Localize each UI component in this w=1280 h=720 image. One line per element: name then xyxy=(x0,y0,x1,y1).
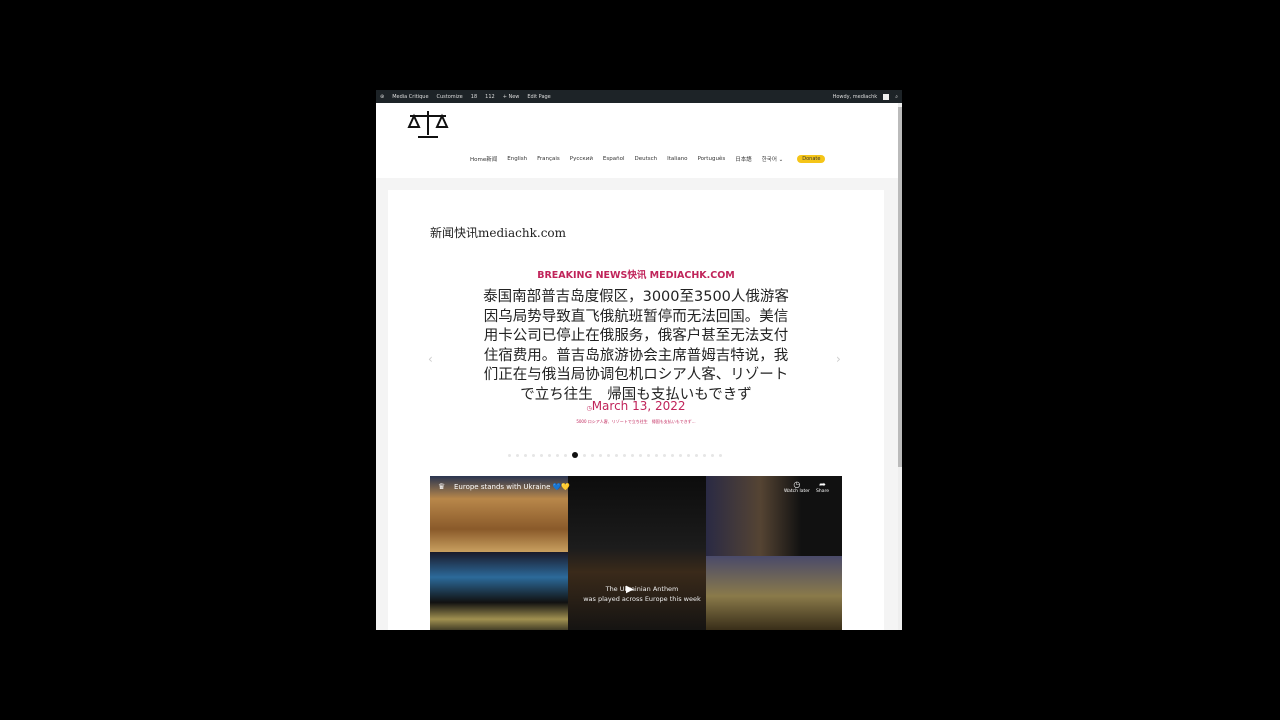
nav-korean[interactable]: 한국어 ⌄ xyxy=(762,155,784,163)
admin-updates-link[interactable]: 18 xyxy=(471,94,477,100)
admin-edit-page-link[interactable]: Edit Page xyxy=(527,94,550,100)
nav-english[interactable]: English xyxy=(507,156,527,162)
play-icon[interactable]: ▶ xyxy=(626,584,634,595)
share-icon: ➦ xyxy=(819,480,826,489)
post-date-text: March 13, 2022 xyxy=(591,399,686,413)
scrollbar[interactable] xyxy=(898,103,902,630)
site-header: Home新闻 English Français Русский Español … xyxy=(376,103,902,178)
watch-later-button[interactable]: ◷ Watch later xyxy=(784,480,810,494)
nav-deutsch[interactable]: Deutsch xyxy=(634,156,657,162)
scrollbar-thumb[interactable] xyxy=(898,107,902,467)
video-caption: The Ukrainian Anthem was played across Eu… xyxy=(583,585,701,603)
chevron-right-icon[interactable]: › xyxy=(836,352,841,366)
admin-customize-link[interactable]: Customize xyxy=(437,94,463,100)
content-card: 新闻快讯mediachk.com BREAKING NEWS快讯 MEDIACH… xyxy=(388,190,884,630)
browser-window: ⊛ Media Critique Customize 18 112 + New … xyxy=(376,90,902,630)
nav-francais[interactable]: Français xyxy=(537,156,560,162)
nav-russian[interactable]: Русский xyxy=(570,156,593,162)
nav-portugues[interactable]: Português xyxy=(698,156,726,162)
watch-later-label: Watch later xyxy=(784,489,810,494)
admin-new-link[interactable]: + New xyxy=(503,94,520,100)
nav-home[interactable]: Home新闻 xyxy=(470,155,497,163)
share-label: Share xyxy=(816,489,829,494)
post-title[interactable]: 泰国南部普吉岛度假区，3000至3500人俄游客因乌局势导致直飞俄航班暂停而无法… xyxy=(478,288,794,405)
wordpress-icon[interactable]: ⊛ xyxy=(380,94,384,100)
post-date[interactable]: ◷March 13, 2022 xyxy=(388,399,884,413)
chevron-left-icon[interactable]: ‹ xyxy=(428,352,433,366)
slider-dots xyxy=(508,452,722,458)
page-title: 新闻快讯mediachk.com xyxy=(430,226,567,240)
admin-comments-link[interactable]: 112 xyxy=(485,94,495,100)
clock-icon: ◷ xyxy=(793,480,801,489)
nav-espanol[interactable]: Español xyxy=(603,156,625,162)
main-nav: Home新闻 English Français Русский Español … xyxy=(470,155,826,163)
admin-site-link[interactable]: Media Critique xyxy=(392,94,428,100)
slider-dot-active[interactable] xyxy=(572,452,578,458)
avatar[interactable] xyxy=(883,93,890,100)
search-icon[interactable]: ⌕ xyxy=(895,94,898,100)
scales-logo-icon[interactable] xyxy=(406,109,450,139)
admin-greeting[interactable]: Howdy, mediachk xyxy=(833,94,878,100)
admin-bar: ⊛ Media Critique Customize 18 112 + New … xyxy=(376,90,902,103)
post-tags[interactable]: 5000 ロシア人客、リゾートで立ち往生 帰国も支払いもできず… xyxy=(388,419,884,425)
nav-japanese[interactable]: 日本語 xyxy=(735,155,752,163)
donate-button[interactable]: Donate xyxy=(797,155,826,163)
share-button[interactable]: ➦ Share xyxy=(816,480,829,494)
channel-avatar-icon[interactable]: ♛ xyxy=(438,482,445,491)
video-embed[interactable]: Europe stands with Ukraine 💙💛 ♛ ◷ Watch l… xyxy=(430,476,842,630)
video-title[interactable]: Europe stands with Ukraine 💙💛 xyxy=(454,483,570,491)
post-category[interactable]: BREAKING NEWS快讯 MEDIACHK.COM xyxy=(388,267,884,281)
nav-italiano[interactable]: Italiano xyxy=(667,156,687,162)
